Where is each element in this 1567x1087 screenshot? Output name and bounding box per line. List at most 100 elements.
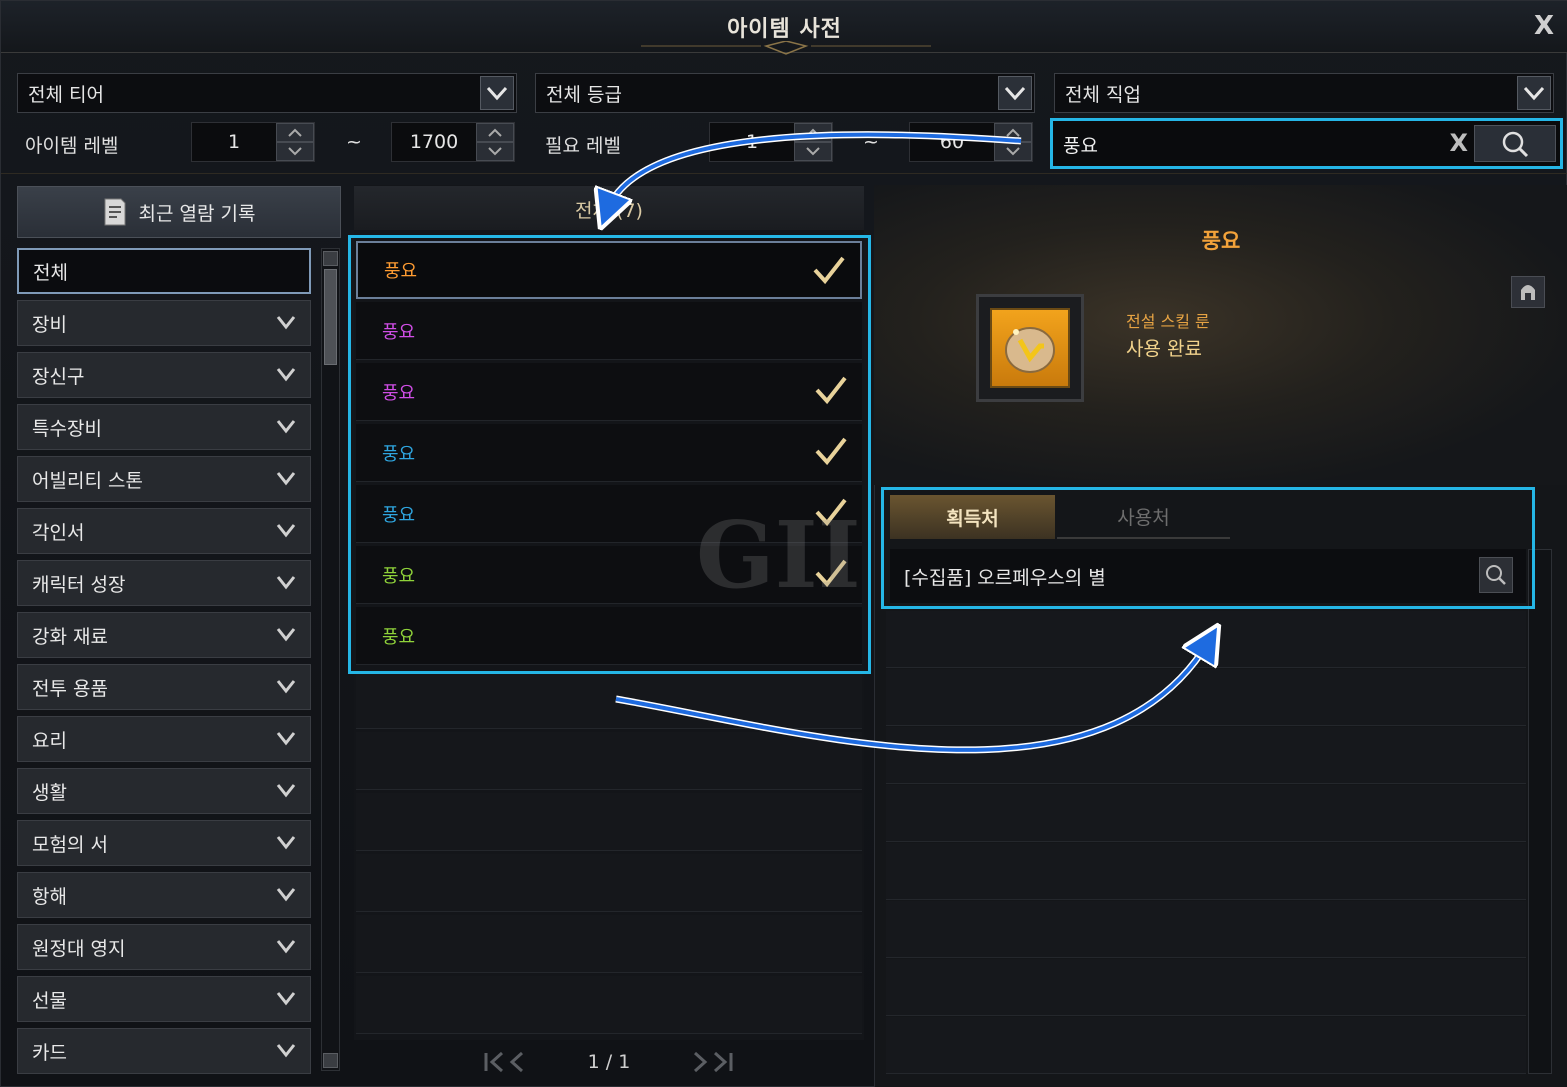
chevron-down-icon[interactable] <box>276 521 296 543</box>
source-highlight-box <box>881 487 1535 609</box>
chevron-down-icon[interactable] <box>476 142 514 161</box>
empty-source-slot <box>886 611 1526 668</box>
sidebar-category-item[interactable]: 각인서 <box>17 508 311 554</box>
empty-list-slot <box>356 915 862 973</box>
sidebar-category-item[interactable]: 전투 용품 <box>17 664 311 710</box>
required-level-label: 필요 레벨 <box>545 135 621 157</box>
chevron-down-icon[interactable] <box>994 142 1032 161</box>
chevron-up-icon[interactable] <box>476 123 514 142</box>
clear-search-button[interactable]: X <box>1449 129 1468 157</box>
sidebar-category-item[interactable]: 카드 <box>17 1028 311 1074</box>
chevron-up-icon[interactable] <box>994 123 1032 142</box>
chevron-down-icon[interactable] <box>480 76 514 110</box>
chevron-down-icon[interactable] <box>998 76 1032 110</box>
chevron-down-icon[interactable] <box>276 1041 296 1063</box>
chevron-down-icon[interactable] <box>1517 76 1551 110</box>
sidebar-category-item[interactable]: 캐릭터 성장 <box>17 560 311 606</box>
sidebar-category-label: 카드 <box>32 1041 67 1064</box>
sidebar-category-item[interactable]: 장신구 <box>17 352 311 398</box>
sidebar-category-item[interactable]: 생활 <box>17 768 311 814</box>
chevron-down-icon[interactable] <box>276 885 296 907</box>
sidebar-category-item[interactable]: 원정대 영지 <box>17 924 311 970</box>
chevron-up-icon[interactable] <box>276 123 314 142</box>
chevron-down-icon[interactable] <box>276 625 296 647</box>
item-level-label: 아이템 레벨 <box>25 135 119 157</box>
empty-list-slot <box>356 793 862 851</box>
page-indicator: 1 / 1 <box>587 1051 631 1073</box>
item-level-max-stepper[interactable]: 1700 <box>391 122 515 162</box>
item-level-min-value: 1 <box>227 131 241 153</box>
chevron-down-icon[interactable] <box>276 677 296 699</box>
required-level-max-stepper[interactable]: 60 <box>909 122 1033 162</box>
chevron-down-icon[interactable] <box>276 417 296 439</box>
class-select[interactable]: 전체 직업 <box>1054 73 1554 113</box>
sidebar-category-label: 항해 <box>32 885 67 908</box>
sidebar-category-label: 장비 <box>32 313 67 336</box>
grade-select[interactable]: 전체 등급 <box>535 73 1035 113</box>
chevron-up-icon[interactable] <box>794 123 832 142</box>
empty-source-slot <box>886 669 1526 726</box>
sidebar-category-item[interactable]: 강화 재료 <box>17 612 311 658</box>
close-button[interactable]: X <box>1534 11 1554 41</box>
empty-list-slot <box>356 732 862 790</box>
chevron-right-icon <box>693 1051 733 1073</box>
sidebar-category-label: 각인서 <box>32 521 85 544</box>
range-separator: ~ <box>863 131 879 153</box>
window-title: 아이템 사전 <box>727 17 842 42</box>
sidebar-category-item[interactable]: 요리 <box>17 716 311 762</box>
sidebar-category-label: 어빌리티 스톤 <box>32 469 143 492</box>
empty-list-slot <box>356 854 862 912</box>
watermark-logo: GII <box>696 501 861 609</box>
chevron-down-icon[interactable] <box>276 573 296 595</box>
chevron-down-icon[interactable] <box>276 365 296 387</box>
sidebar-category-label: 요리 <box>32 729 67 752</box>
item-level-min-stepper[interactable]: 1 <box>191 122 315 162</box>
sidebar-category-label: 전투 용품 <box>32 677 108 700</box>
sidebar-category-item[interactable]: 항해 <box>17 872 311 918</box>
search-input[interactable]: 풍요 <box>1063 131 1098 158</box>
search-button[interactable] <box>1474 125 1556 162</box>
rune-icon[interactable] <box>990 308 1070 388</box>
sidebar-category-item[interactable]: 어빌리티 스톤 <box>17 456 311 502</box>
sidebar-scrollbar[interactable] <box>321 248 340 1071</box>
scroll-thumb[interactable] <box>324 269 337 365</box>
range-separator: ~ <box>346 131 362 153</box>
title-ornament <box>641 41 931 55</box>
chevron-down-icon[interactable] <box>276 781 296 803</box>
tier-select[interactable]: 전체 티어 <box>17 73 517 113</box>
required-level-max-value: 60 <box>939 131 965 153</box>
sidebar-category-label: 원정대 영지 <box>32 937 126 960</box>
last-page-button[interactable] <box>689 1051 733 1079</box>
recent-history-button[interactable]: 최근 열람 기록 <box>17 186 341 238</box>
chevron-down-icon[interactable] <box>276 989 296 1011</box>
sidebar-category-item[interactable]: 선물 <box>17 976 311 1022</box>
sidebar-category-item[interactable]: 장비 <box>17 300 311 346</box>
tier-select-value: 전체 티어 <box>28 83 104 106</box>
chevron-down-icon[interactable] <box>276 833 296 855</box>
helmet-icon[interactable] <box>1511 276 1545 308</box>
sidebar-category-item[interactable]: 모험의 서 <box>17 820 311 866</box>
sidebar-category-item[interactable]: 전체 <box>17 248 311 294</box>
item-search-box: 풍요 X <box>1050 118 1563 169</box>
chevron-down-icon[interactable] <box>794 142 832 161</box>
chevron-down-icon[interactable] <box>276 937 296 959</box>
title-bar: 아이템 사전 X <box>1 1 1567 55</box>
detail-scrollbar[interactable] <box>1528 549 1552 1074</box>
search-icon <box>1502 131 1529 157</box>
scroll-down-button[interactable] <box>323 1053 338 1068</box>
required-level-min-stepper[interactable]: 1 <box>709 122 833 162</box>
chevron-down-icon[interactable] <box>276 469 296 491</box>
divider <box>1 173 1567 174</box>
empty-list-slot <box>356 976 862 1034</box>
required-level-min-value: 1 <box>745 131 759 153</box>
document-icon <box>104 198 126 226</box>
chevron-down-icon[interactable] <box>276 313 296 335</box>
chevron-down-icon[interactable] <box>276 142 314 161</box>
class-select-value: 전체 직업 <box>1065 83 1141 106</box>
chevron-down-icon[interactable] <box>276 729 296 751</box>
sidebar-category-item[interactable]: 특수장비 <box>17 404 311 450</box>
sidebar-category-label: 모험의 서 <box>32 833 108 856</box>
scroll-up-button[interactable] <box>323 251 338 266</box>
sidebar-category-label: 선물 <box>32 989 67 1012</box>
item-level-max-value: 1700 <box>409 131 459 153</box>
